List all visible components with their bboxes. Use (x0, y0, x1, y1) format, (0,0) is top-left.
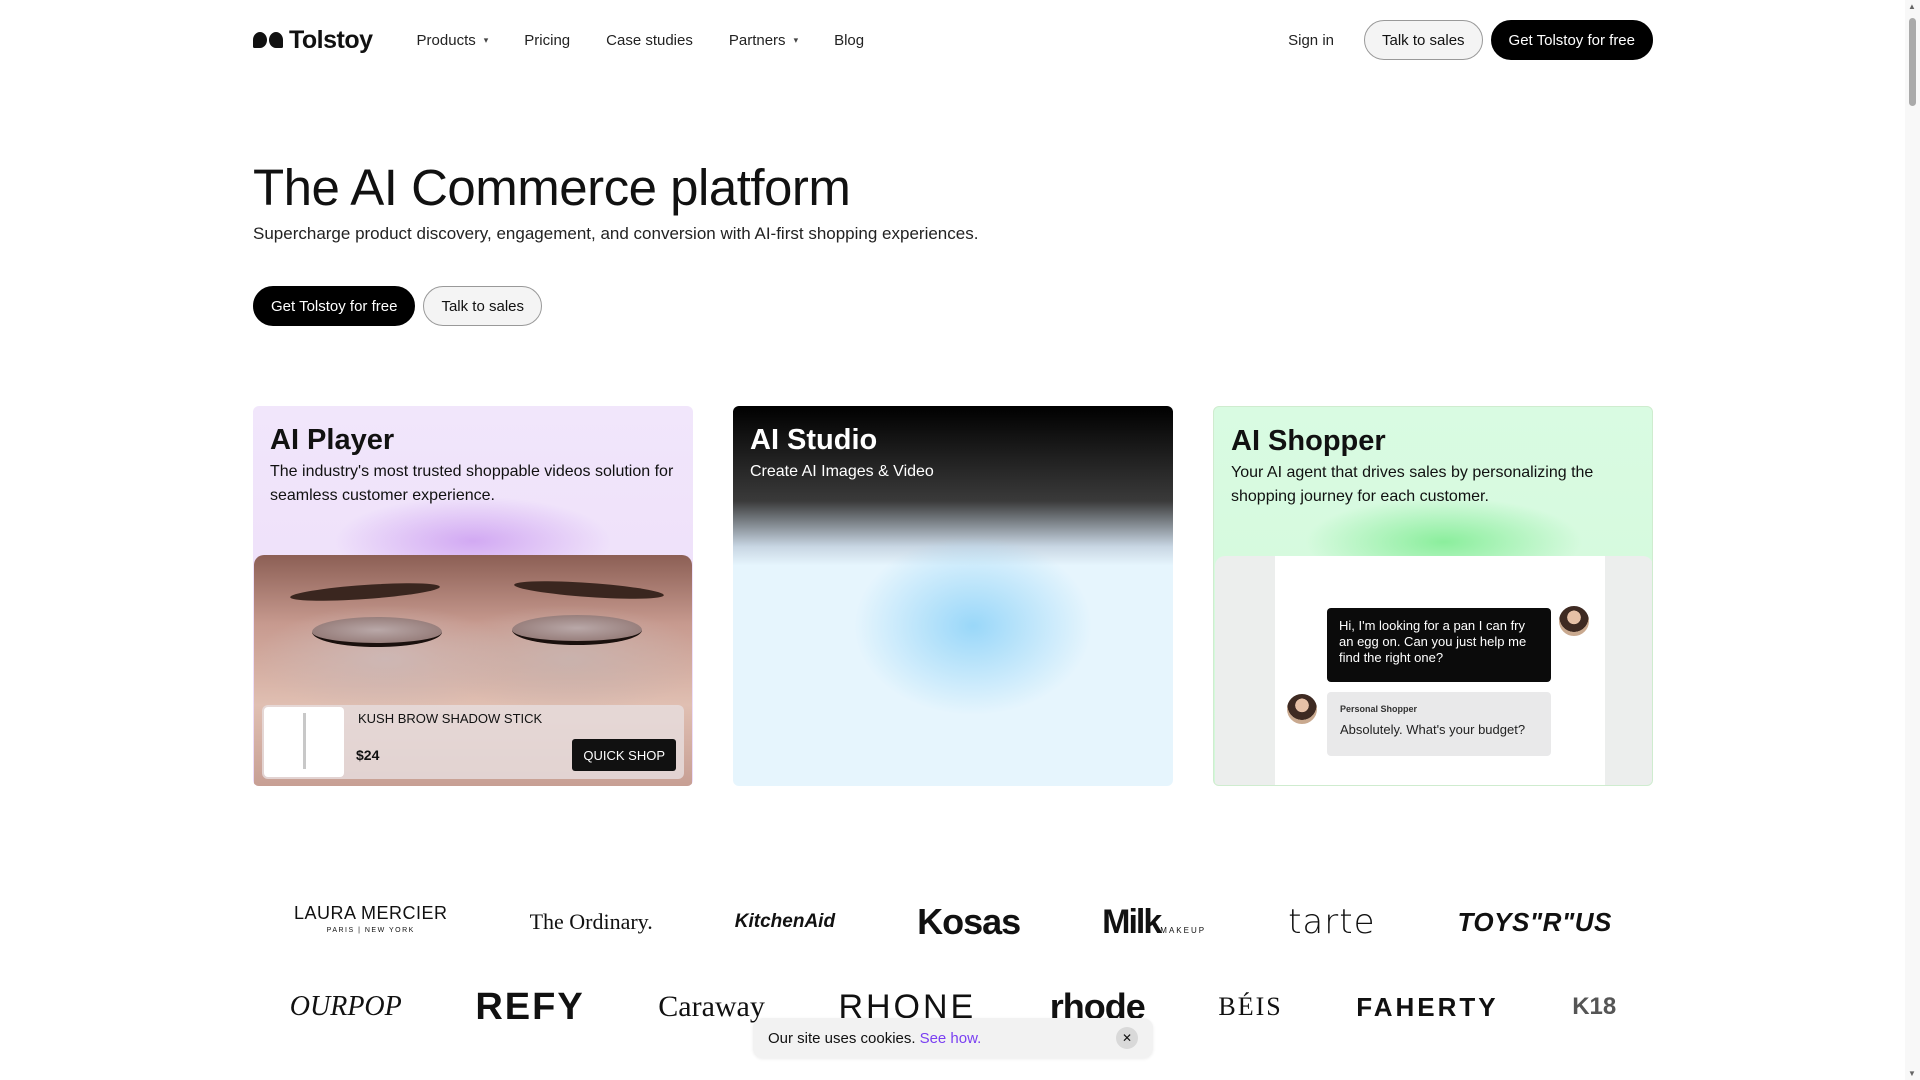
hero-actions: Get Tolstoy for free Talk to sales (253, 286, 542, 326)
ai-studio-title: AI Studio (750, 424, 878, 456)
the-ordinary-logo: The Ordinary. (529, 909, 653, 934)
right-eye-graphic (512, 615, 642, 645)
hero-get-tolstoy-button[interactable]: Get Tolstoy for free (253, 286, 416, 326)
close-icon[interactable]: ✕ (1116, 1027, 1138, 1049)
logo-text: Tolstoy (289, 25, 373, 54)
agent-message-bubble: Personal Shopper Absolutely. What's your… (1327, 692, 1551, 756)
chat-preview: Hi, I'm looking for a pan I can fry an e… (1215, 556, 1652, 785)
nav-partners-label: Partners (728, 31, 786, 49)
product-name: KUSH BROW SHADOW STICK (358, 711, 543, 726)
cookie-banner: Our site uses cookies. See how. ✕ (753, 1018, 1153, 1058)
chevron-down-icon: ▾ (793, 34, 799, 45)
ai-shopper-title: AI Shopper (1231, 425, 1386, 457)
product-price: $24 (356, 747, 380, 763)
ai-player-title: AI Player (270, 424, 395, 456)
milk-tagline: MAKEUP (1160, 925, 1207, 935)
sign-in-link[interactable]: Sign in (1288, 32, 1334, 49)
chat-window: Hi, I'm looking for a pan I can fry an e… (1275, 556, 1605, 785)
quote-logo-icon (253, 32, 283, 48)
cookie-text: Our site uses cookies. (768, 1029, 916, 1047)
hero-talk-to-sales-button[interactable]: Talk to sales (423, 286, 542, 326)
talk-to-sales-button[interactable]: Talk to sales (1364, 20, 1483, 60)
ai-shopper-description: Your AI agent that drives sales by perso… (1231, 464, 1594, 505)
tarte-logo: tarte (1288, 902, 1376, 942)
nav-case-studies[interactable]: Case studies (606, 32, 693, 49)
product-shop-bar: KUSH BROW SHADOW STICK $24 QUICK SHOP (262, 705, 684, 779)
nav-pricing-label: Pricing (524, 31, 571, 49)
agent-label: Personal Shopper (1340, 704, 1418, 714)
scroll-down-icon[interactable]: ▼ (1908, 1069, 1916, 1078)
nav-products[interactable]: Products ▾ (417, 32, 489, 49)
cookie-see-how-link[interactable]: See how. (920, 1030, 982, 1047)
k18-logo: K18 (1572, 993, 1617, 1020)
shoppable-video-preview[interactable]: KUSH BROW SHADOW STICK $24 QUICK SHOP (254, 555, 692, 786)
caraway-logo: Caraway (658, 990, 765, 1023)
milk-text: Milk (1102, 902, 1162, 941)
refy-logo: REFY (475, 985, 585, 1028)
chevron-down-icon: ▾ (483, 34, 489, 45)
nav-blog-label: Blog (834, 31, 865, 49)
ai-shopper-card[interactable]: AI Shopper Your AI agent that drives sal… (1213, 406, 1653, 786)
hero-title: The AI Commerce platform (253, 159, 851, 216)
card-glow (853, 536, 1093, 716)
laura-mercier-tagline: PARIS | NEW YORK (326, 927, 415, 934)
ai-player-card[interactable]: AI Player The industry's most trusted sh… (253, 406, 693, 786)
agent-message: Absolutely. What's your budget? (1340, 722, 1526, 737)
right-brow-graphic (513, 577, 665, 603)
nav-blog[interactable]: Blog (834, 32, 864, 49)
scroll-up-icon[interactable]: ▲ (1908, 2, 1916, 11)
get-tolstoy-button[interactable]: Get Tolstoy for free (1490, 20, 1653, 60)
nav-products-label: Products (416, 31, 476, 49)
ai-studio-description: Create AI Images & Video (750, 463, 934, 480)
ai-studio-card[interactable]: AI Studio Create AI Images & Video (733, 406, 1173, 786)
user-message-bubble: Hi, I'm looking for a pan I can fry an e… (1327, 608, 1551, 682)
nav-pricing[interactable]: Pricing (524, 32, 570, 49)
kitchenaid-logo: KitchenAid (734, 911, 836, 932)
top-nav: Tolstoy Products ▾ Pricing Case studies … (253, 20, 1653, 60)
quick-shop-button[interactable]: QUICK SHOP (572, 739, 676, 771)
main-menu: Products ▾ Pricing Case studies Partners… (417, 32, 865, 49)
milk-makeup-logo: MilkMAKEUP (1102, 903, 1206, 942)
kosas-logo: Kosas (917, 901, 1021, 942)
laura-mercier-text: LAURA MERCIER (294, 903, 448, 923)
scrollbar-thumb[interactable] (1909, 18, 1916, 106)
nav-partners[interactable]: Partners ▾ (729, 32, 798, 49)
colourpop-logo: OURPOP (289, 991, 402, 1022)
page-scrollbar[interactable]: ▲ ▼ (1905, 0, 1920, 1080)
beis-logo: BÉIS (1218, 992, 1283, 1021)
nav-case-studies-label: Case studies (606, 31, 693, 49)
product-thumbnail[interactable] (264, 707, 344, 777)
tolstoy-logo[interactable]: Tolstoy (253, 26, 373, 55)
user-avatar (1557, 604, 1591, 638)
left-brow-graphic (289, 579, 441, 605)
hero-subtitle: Supercharge product discovery, engagemen… (253, 224, 979, 243)
ai-player-description: The industry's most trusted shoppable vi… (270, 463, 674, 504)
brand-logos-row-1: LAURA MERCIER PARIS | NEW YORK The Ordin… (253, 900, 1653, 944)
shopper-avatar (1285, 692, 1319, 726)
left-eye-graphic (312, 617, 442, 647)
faherty-logo: FAHERTY (1356, 991, 1499, 1022)
nav-actions: Sign in Talk to sales Get Tolstoy for fr… (1288, 20, 1653, 60)
toys-r-us-logo: TOYS"R"US (1457, 906, 1612, 937)
laura-mercier-logo: LAURA MERCIER PARIS | NEW YORK (294, 904, 448, 940)
